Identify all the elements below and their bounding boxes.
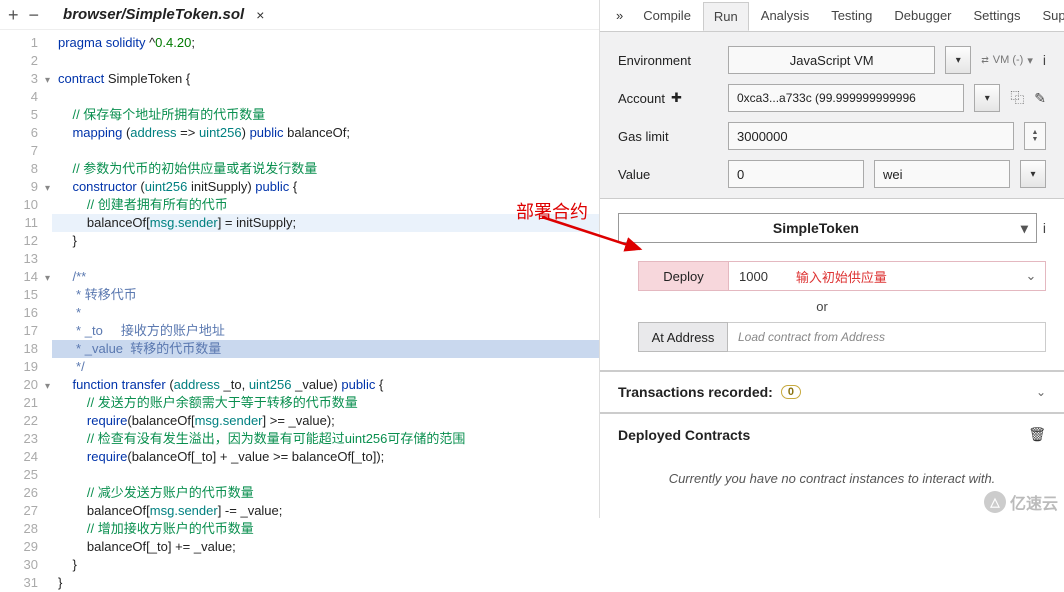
info-icon[interactable]: i [1043,52,1046,68]
code-line[interactable]: // 减少发送方账户的代币数量 [52,484,599,502]
code-editor[interactable]: 1234567891011121314151617181920212223242… [0,30,599,592]
expand-args-icon[interactable]: ⌄ [1017,268,1045,284]
code-line[interactable]: require(balanceOf[msg.sender] >= _value)… [52,412,599,430]
transactions-section[interactable]: Transactions recorded: 0 ⌄ [600,370,1064,412]
dropdown-icon[interactable]: ▾ [1020,160,1046,188]
code-line[interactable]: } [52,556,599,574]
at-address-button[interactable]: At Address [638,322,728,352]
stepper-icon[interactable]: ▲▼ [1024,122,1046,150]
code-line[interactable]: * _value 转移的代币数量 [52,340,599,358]
trash-icon[interactable]: 🗑 [1028,426,1046,443]
code-line[interactable]: balanceOf[_to] += _value; [52,538,599,556]
code-line[interactable] [52,142,599,160]
code-line[interactable]: contract SimpleToken { [52,70,599,88]
panel-tabs: » Compile Run Analysis Testing Debugger … [600,0,1064,32]
chevron-down-icon: ⌄ [1036,385,1046,399]
tab-debugger[interactable]: Debugger [884,2,961,29]
chevron-down-icon: ▾ [1013,220,1036,237]
code-line[interactable]: require(balanceOf[_to] + _value >= balan… [52,448,599,466]
value-label: Value [618,167,718,182]
value-unit-select[interactable]: wei [874,160,1010,188]
code-line[interactable]: } [52,232,599,250]
tab-compile[interactable]: Compile [633,2,701,29]
contract-select[interactable]: SimpleToken ▾ [618,213,1037,243]
arrow-annotation [540,215,650,255]
code-line[interactable]: */ [52,358,599,376]
code-line[interactable]: function transfer (address _to, uint256 … [52,376,599,394]
value-input[interactable]: 0 [728,160,864,188]
environment-select[interactable]: JavaScript VM [728,46,935,74]
edit-icon[interactable]: ✎ [1034,90,1046,107]
tab-settings[interactable]: Settings [964,2,1031,29]
code-line[interactable]: constructor (uint256 initSupply) public … [52,178,599,196]
code-line[interactable]: pragma solidity ^0.4.20; [52,34,599,52]
code-line[interactable]: } [52,574,599,592]
at-address-input[interactable]: Load contract from Address [728,322,1046,352]
code-line[interactable] [52,466,599,484]
tab-run[interactable]: Run [703,2,749,31]
code-line[interactable]: // 参数为代币的初始供应量或者说发行数量 [52,160,599,178]
account-select[interactable]: 0xca3...a733c (99.999999999996 [728,84,964,112]
gas-limit-input[interactable]: 3000000 [728,122,1014,150]
run-settings-panel: Environment JavaScript VM ▾ ⇄VM (-)▾ i A… [600,32,1064,199]
collapse-panel-icon[interactable]: » [608,8,631,23]
copy-icon[interactable]: ⿻ [1010,88,1024,108]
tab-ops: + − [8,6,49,24]
code-line[interactable] [52,88,599,106]
tx-count-badge: 0 [781,385,801,399]
deploy-button[interactable]: Deploy [639,262,729,290]
tab-analysis[interactable]: Analysis [751,2,819,29]
add-account-icon[interactable]: ✚ [671,90,682,106]
gas-limit-label: Gas limit [618,129,718,144]
or-label: or [580,299,1064,314]
code-line[interactable]: * 转移代币 [52,286,599,304]
code-line[interactable]: mapping (address => uint256) public bala… [52,124,599,142]
watermark: △亿速云 [984,490,1058,514]
code-line[interactable]: /** [52,268,599,286]
code-line[interactable]: // 检查有没有发生溢出，因为数量有可能超过uint256可存储的范围 [52,430,599,448]
deployed-contracts-section[interactable]: Deployed Contracts 🗑 [600,412,1064,455]
tab-testing[interactable]: Testing [821,2,882,29]
file-tab-name: browser/SimpleToken.sol [63,6,244,23]
code-line[interactable]: * _to 接收方的账户地址 [52,322,599,340]
code-line[interactable] [52,52,599,70]
code-line[interactable]: // 增加接收方账户的代币数量 [52,520,599,538]
dropdown-icon[interactable]: ▾ [945,46,971,74]
deploy-row: Deploy 1000 输入初始供应量 ⌄ [638,261,1046,291]
tab-support[interactable]: Support [1033,2,1064,29]
deploy-args-input[interactable]: 1000 输入初始供应量 [729,267,1017,286]
account-label: Account ✚ [618,90,718,106]
dropdown-icon[interactable]: ▾ [974,84,1000,112]
file-tab[interactable]: browser/SimpleToken.sol × [49,0,278,29]
file-tab-bar: + − browser/SimpleToken.sol × [0,0,599,30]
environment-label: Environment [618,53,718,68]
vm-info: ⇄VM (-)▾ [981,54,1033,67]
code-line[interactable]: balanceOf[msg.sender] -= _value; [52,502,599,520]
code-line[interactable]: // 发送方的账户余额需大于等于转移的代币数量 [52,394,599,412]
close-tab-icon[interactable]: − [29,6,40,24]
new-tab-icon[interactable]: + [8,6,19,24]
code-line[interactable]: * [52,304,599,322]
code-line[interactable] [52,250,599,268]
close-icon[interactable]: × [256,7,264,23]
deploy-annotation: 输入初始供应量 [796,267,887,286]
info-icon[interactable]: i [1043,220,1046,236]
code-line[interactable]: // 保存每个地址所拥有的代币数量 [52,106,599,124]
